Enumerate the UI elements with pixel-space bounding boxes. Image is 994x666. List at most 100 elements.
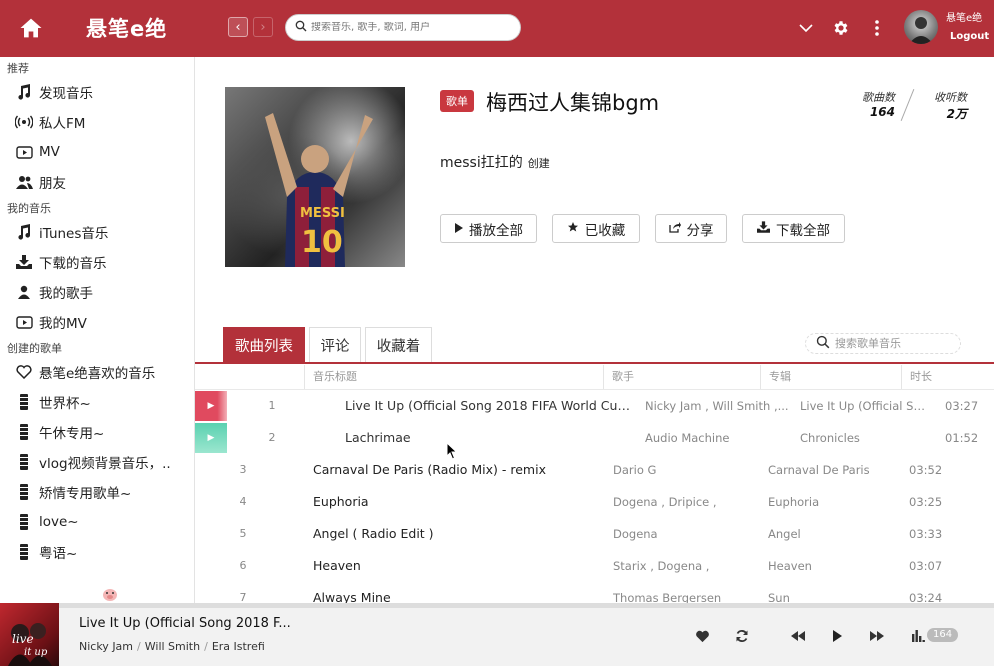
now-playing-cover[interactable]: live it up: [0, 603, 59, 666]
track-duration: 03:25: [909, 495, 943, 509]
sidebar-item-playlist[interactable]: vlog视频背景音乐，..: [0, 447, 194, 477]
track-duration: 03:27: [945, 399, 979, 413]
track-artist[interactable]: Starix , Dogena ,: [613, 550, 758, 582]
table-row[interactable]: 5 Angel ( Radio Edit ) Dogena Angel 03:33: [195, 518, 994, 550]
video-icon: [15, 143, 33, 161]
collected-label: 已收藏: [584, 222, 626, 239]
column-title[interactable]: 音乐标题: [304, 365, 603, 389]
sidebar-item-mv[interactable]: MV: [0, 137, 194, 167]
sidebar-section-my-music: 我的音乐: [7, 202, 51, 215]
global-search[interactable]: [285, 14, 521, 41]
sidebar-item-discover[interactable]: 发现音乐: [0, 77, 194, 107]
track-title: Heaven: [313, 558, 361, 573]
collected-button[interactable]: 已收藏: [552, 214, 640, 243]
sidebar-item-itunes[interactable]: iTunes音乐: [0, 217, 194, 247]
playlist-icon: [15, 543, 33, 561]
home-icon[interactable]: [17, 14, 45, 42]
search-input[interactable]: [311, 22, 511, 33]
chevron-down-icon[interactable]: [795, 17, 817, 39]
avatar[interactable]: [904, 10, 938, 44]
sidebar-item-playlist[interactable]: 午休专用~: [0, 417, 194, 447]
tab-song-list[interactable]: 歌曲列表: [223, 327, 305, 362]
mouse-cursor-icon: [446, 441, 458, 460]
track-artist[interactable]: Dogena: [613, 518, 758, 550]
play-all-button[interactable]: 播放全部: [440, 214, 537, 243]
next-icon[interactable]: [866, 625, 888, 647]
track-number: 6: [239, 559, 247, 572]
sidebar-section-recommend: 推荐: [7, 62, 29, 75]
more-vertical-icon[interactable]: [866, 17, 888, 39]
download-all-button[interactable]: 下载全部: [742, 214, 845, 243]
table-row[interactable]: 6 Heaven Starix , Dogena , Heaven 03:07: [195, 550, 994, 582]
sidebar-item-friends[interactable]: 朋友: [0, 167, 194, 197]
sidebar-item-my-mv[interactable]: 我的MV: [0, 307, 194, 337]
sidebar-item-label: 发现音乐: [39, 86, 93, 102]
sidebar-item-playlist[interactable]: 世界杯~: [0, 387, 194, 417]
column-album[interactable]: 专辑: [760, 365, 901, 389]
sidebar-item-playlist[interactable]: 粤语~: [0, 537, 194, 567]
playlist-search[interactable]: [805, 333, 961, 354]
logout-button[interactable]: Logout: [950, 31, 989, 42]
artist-link[interactable]: Will Smith: [145, 640, 200, 653]
track-duration: 03:07: [909, 559, 943, 573]
track-album[interactable]: Live It Up (Official Son...: [800, 390, 930, 422]
sidebar-section-created-playlists: 创建的歌单: [7, 342, 62, 355]
track-album[interactable]: Heaven: [768, 550, 898, 582]
previous-icon[interactable]: [787, 625, 809, 647]
share-button[interactable]: 分享: [655, 214, 727, 243]
track-album[interactable]: Euphoria: [768, 486, 898, 518]
user-name: 悬笔e绝: [946, 13, 983, 24]
playlist-tag: 歌单: [440, 90, 474, 112]
radio-icon: [15, 113, 33, 131]
play-icon[interactable]: [826, 625, 848, 647]
loop-icon[interactable]: [731, 625, 753, 647]
queue-bars-icon[interactable]: [907, 625, 929, 647]
track-number: 3: [239, 463, 247, 476]
track-album[interactable]: Carnaval De Paris: [768, 454, 898, 486]
sidebar-item-label: 朋友: [39, 176, 66, 192]
chevron-left-icon: ‹: [235, 19, 241, 35]
sidebar-item-liked-music[interactable]: 悬笔e绝喜欢的音乐: [0, 357, 194, 387]
song-count-value: 164: [869, 105, 895, 119]
like-heart-icon[interactable]: [691, 625, 713, 647]
sidebar-item-label: 我的MV: [39, 316, 87, 332]
song-count-stat: 歌曲数 164: [862, 89, 895, 119]
sidebar-item-label: 午休专用~: [39, 426, 105, 442]
sidebar-item-label: iTunes音乐: [39, 226, 109, 242]
column-duration[interactable]: 时长: [901, 365, 994, 389]
track-artist[interactable]: Audio Machine: [645, 422, 790, 454]
back-button[interactable]: ‹: [228, 17, 248, 37]
table-row[interactable]: ▶ 1 Live It Up (Official Song 2018 FIFA Wo…: [195, 390, 994, 422]
music-note-icon: [15, 83, 33, 101]
sidebar-item-downloads[interactable]: 下载的音乐: [0, 247, 194, 277]
playlist-search-input[interactable]: [835, 337, 955, 350]
track-duration: 03:33: [909, 527, 943, 541]
track-artist[interactable]: Nicky Jam , Will Smith ,...: [645, 390, 790, 422]
playlist-icon: [15, 513, 33, 531]
track-album[interactable]: Angel: [768, 518, 898, 550]
artist-link[interactable]: Nicky Jam: [79, 640, 133, 653]
forward-button[interactable]: ›: [253, 17, 273, 37]
sidebar-item-fm[interactable]: 私人FM: [0, 107, 194, 137]
heart-icon: [15, 363, 33, 381]
sidebar-item-playlist[interactable]: 矫情专用歌单~: [0, 477, 194, 507]
sidebar-item-my-artists[interactable]: 我的歌手: [0, 277, 194, 307]
tab-comments[interactable]: 评论: [309, 327, 361, 362]
table-row[interactable]: ▶ 2 Lachrimae Audio Machine Chronicles 01:52: [195, 422, 994, 454]
track-title: Euphoria: [313, 494, 369, 509]
track-artist[interactable]: Dario G: [613, 454, 758, 486]
artist-link[interactable]: Era Istrefi: [212, 640, 265, 653]
track-title: Live It Up (Official Song 2018 FIFA Worl…: [345, 398, 630, 413]
share-label: 分享: [686, 222, 714, 239]
playing-indicator-icon: ▶: [195, 391, 227, 421]
sidebar-item-playlist[interactable]: love~: [0, 507, 194, 537]
track-album[interactable]: Chronicles: [800, 422, 930, 454]
track-artist[interactable]: Dogena , Dripice ,: [613, 486, 758, 518]
tab-subscribers[interactable]: 收藏着: [365, 327, 432, 362]
gear-icon[interactable]: [830, 17, 852, 39]
table-row[interactable]: 4 Euphoria Dogena , Dripice , Euphoria 03:25: [195, 486, 994, 518]
creator-name[interactable]: messi扛扛的: [440, 155, 523, 171]
column-artist[interactable]: 歌手: [603, 365, 760, 389]
table-row[interactable]: 3 Carnaval De Paris (Radio Mix) - remix Da…: [195, 454, 994, 486]
sidebar-item-label: 我的歌手: [39, 286, 93, 302]
